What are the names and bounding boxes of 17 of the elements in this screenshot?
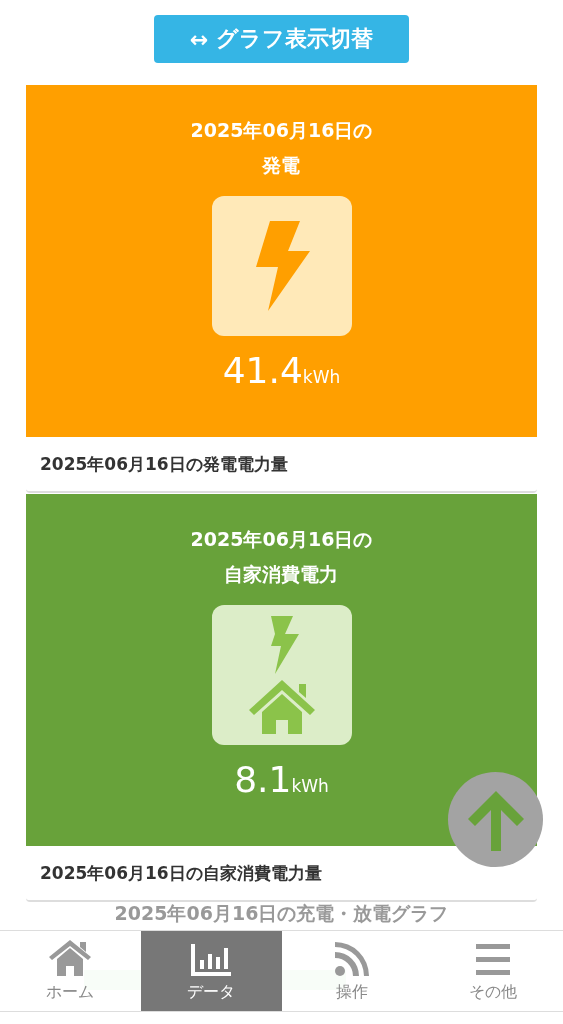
card-caption: 2025年06月16日の発電電力量 bbox=[40, 452, 288, 476]
chart-heading: 2025年06月16日の充電・放電グラフ bbox=[113, 902, 450, 924]
nav-tab[interactable]: 操作 bbox=[281, 931, 423, 1011]
energy-value: 8.1 kWh bbox=[234, 759, 329, 800]
nav-tab[interactable]: データ bbox=[140, 931, 282, 1011]
graph-toggle-button[interactable]: ↔ グラフ表示切替 bbox=[153, 15, 410, 63]
double-arrow-icon: ↔ bbox=[189, 26, 209, 52]
card-caption: 2025年06月16日の自家消費電力量 bbox=[40, 861, 322, 885]
card-title: 2025年06月16日の 自家消費電力 bbox=[190, 527, 373, 587]
signal-icon bbox=[334, 942, 369, 976]
energy-value: 41.4kWh bbox=[222, 350, 341, 391]
home-icon bbox=[49, 940, 92, 976]
menu-icon bbox=[475, 944, 510, 976]
nav-tab[interactable]: その他 bbox=[422, 931, 563, 1011]
card-title: 2025年06月16日の 発電 bbox=[190, 118, 373, 178]
nav-tab[interactable]: ホーム bbox=[0, 931, 141, 1011]
bar-chart-icon bbox=[191, 944, 232, 976]
